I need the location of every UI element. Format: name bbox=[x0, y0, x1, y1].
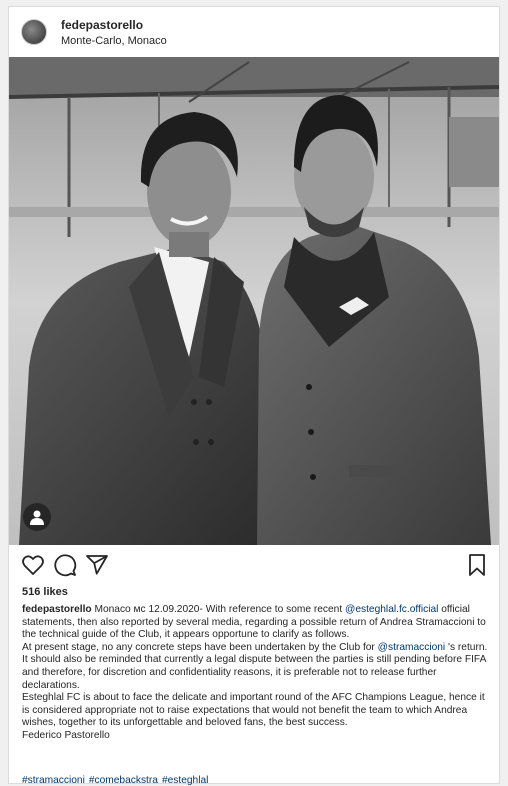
bookmark-icon bbox=[469, 554, 485, 576]
post-header: fedepastorello Monte-Carlo, Monaco bbox=[9, 7, 499, 57]
hashtags: #stramaccioni #comebackstra #esteghlal bbox=[22, 775, 212, 786]
post-location[interactable]: Monte-Carlo, Monaco bbox=[61, 35, 167, 47]
share-icon bbox=[86, 555, 108, 575]
hashtag-link[interactable]: #stramaccioni bbox=[22, 775, 85, 786]
caption-signature: Federico Pastorello bbox=[22, 729, 110, 741]
caption-text: At present stage, no any concrete steps … bbox=[22, 641, 375, 653]
caption-text: Esteghlal FC is about to face the delica… bbox=[22, 692, 485, 729]
post-username[interactable]: fedepastorello bbox=[61, 18, 143, 32]
comment-button[interactable] bbox=[53, 553, 77, 577]
comment-icon bbox=[54, 554, 77, 577]
hashtag-link[interactable]: #comebackstra bbox=[89, 775, 158, 786]
post-caption: fedepastorello Monaco мс 12.09.2020- Wit… bbox=[22, 604, 488, 743]
user-tag-icon bbox=[30, 510, 44, 525]
tagged-users-button[interactable] bbox=[23, 503, 51, 531]
caption-username[interactable]: fedepastorello bbox=[22, 604, 92, 615]
mention-esteghlal[interactable]: @esteghlal.fc.official bbox=[345, 604, 438, 615]
share-button[interactable] bbox=[85, 553, 109, 577]
heart-icon bbox=[22, 555, 44, 575]
like-button[interactable] bbox=[21, 553, 45, 577]
save-button[interactable] bbox=[465, 553, 489, 577]
photo-illustration bbox=[9, 57, 499, 545]
post-card: fedepastorello Monte-Carlo, Monaco 516 l… bbox=[8, 6, 500, 786]
hashtag-link[interactable]: #esteghlal bbox=[162, 775, 208, 786]
avatar[interactable] bbox=[21, 19, 47, 45]
post-photo[interactable] bbox=[9, 57, 499, 545]
mention-stramaccioni[interactable]: @stramaccioni bbox=[378, 642, 446, 653]
like-count[interactable]: 516 likes bbox=[22, 586, 68, 598]
caption-text: Monaco мс 12.09.2020- With reference to … bbox=[94, 604, 343, 615]
post-actions bbox=[9, 549, 499, 583]
